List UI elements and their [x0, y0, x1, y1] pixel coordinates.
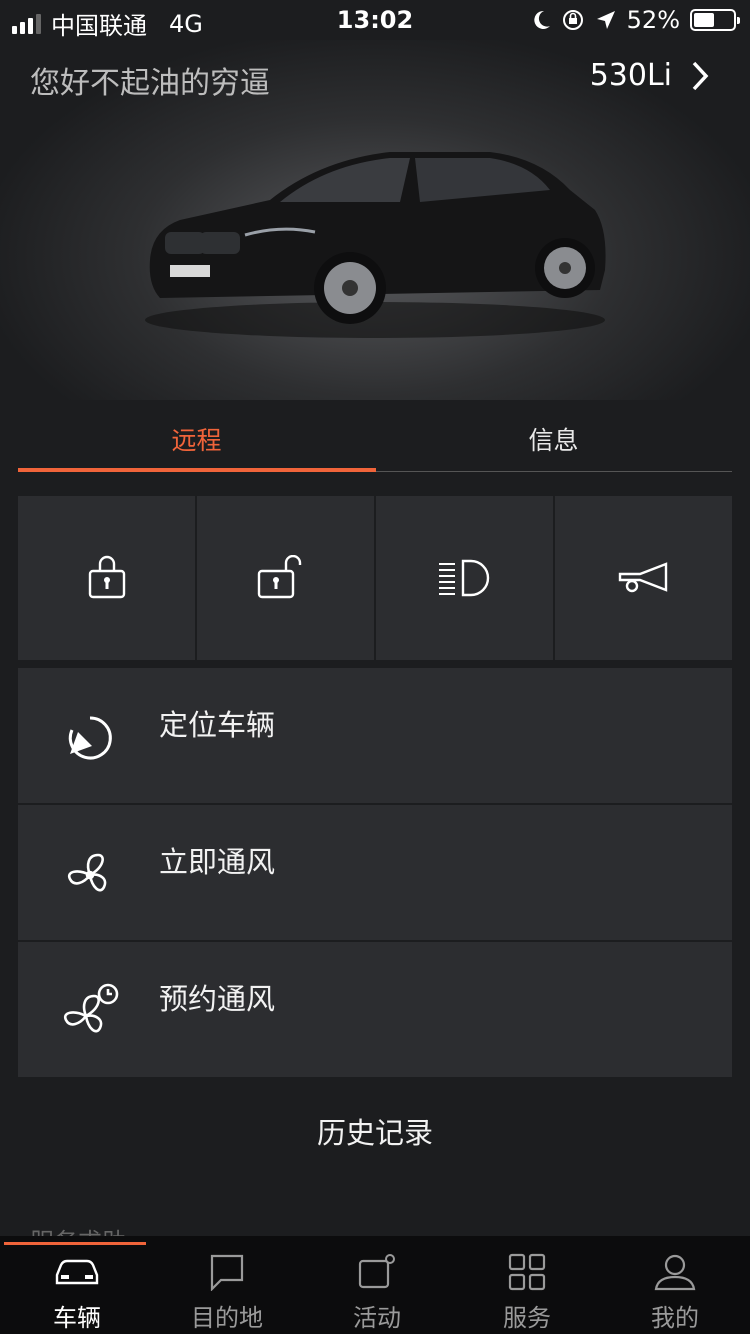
status-bar: 中国联通 4G 13:02 52%	[0, 0, 750, 40]
moon-icon	[533, 10, 550, 29]
nav-active-indicator	[4, 1242, 146, 1245]
section-tabs: 远程 信息	[18, 415, 732, 472]
tab-info[interactable]: 信息	[375, 421, 732, 457]
status-right: 52%	[531, 6, 740, 34]
tab-remote[interactable]: 远程	[18, 421, 375, 457]
battery-percent: 52%	[626, 6, 680, 34]
horn-icon	[618, 562, 667, 593]
destination-icon	[210, 1254, 244, 1291]
nav-destination-label: 目的地	[191, 1304, 263, 1332]
vehicle-hero: 您好不起油的穷逼 530Li	[0, 40, 750, 400]
nav-services[interactable]: 服务	[452, 1250, 602, 1333]
greeting-text: 您好不起油的穷逼	[30, 66, 270, 101]
grid-icon	[508, 1253, 546, 1291]
vehicle-model-label: 530Li	[589, 58, 672, 93]
chevron-right-icon	[692, 61, 709, 90]
history-link[interactable]: 历史记录	[0, 1110, 750, 1152]
ventilate-now-label: 立即通风	[159, 845, 276, 879]
nav-services-label: 服务	[503, 1304, 551, 1332]
headlight-icon	[438, 559, 489, 597]
unlock-icon	[257, 555, 301, 599]
scheduled-ventilation-row[interactable]: 预约通风	[18, 942, 732, 1079]
vehicle-image	[145, 152, 606, 338]
unlock-button[interactable]	[197, 496, 374, 660]
car-icon	[55, 1259, 99, 1285]
locate-vehicle-row[interactable]: 定位车辆	[18, 668, 732, 805]
activity-icon	[358, 1254, 395, 1289]
scheduled-ventilation-label: 预约通风	[159, 982, 276, 1016]
rotation-lock-icon	[562, 10, 583, 30]
horn-button[interactable]	[555, 496, 732, 660]
vehicle-selector[interactable]: 530Li	[590, 58, 710, 93]
profile-icon	[654, 1254, 696, 1291]
nav-profile-label: 我的	[651, 1304, 699, 1332]
quick-actions	[18, 496, 732, 660]
nav-activity-label: 活动	[353, 1304, 401, 1332]
nav-activity[interactable]: 活动	[302, 1250, 452, 1333]
nav-vehicle[interactable]: 车辆	[2, 1250, 152, 1333]
bottom-nav: 车辆 目的地 活动 服务 我的	[0, 1236, 750, 1334]
nav-vehicle-label: 车辆	[53, 1304, 101, 1332]
battery-icon	[690, 9, 740, 31]
locate-vehicle-label: 定位车辆	[159, 708, 276, 742]
remote-actions-list: 定位车辆 立即通风 预约通风	[18, 668, 732, 1079]
locate-icon	[68, 716, 112, 760]
nav-profile[interactable]: 我的	[600, 1250, 750, 1333]
lock-icon	[88, 555, 125, 599]
flash-lights-button[interactable]	[376, 496, 553, 660]
fan-schedule-icon	[63, 983, 119, 1033]
lock-button[interactable]	[18, 496, 195, 660]
nav-destination[interactable]: 目的地	[152, 1250, 302, 1333]
ventilate-now-row[interactable]: 立即通风	[18, 805, 732, 942]
location-arrow-icon	[596, 11, 615, 29]
tab-active-indicator	[18, 468, 376, 472]
section-peek-text: 服务求助	[30, 1222, 126, 1236]
fan-icon	[67, 853, 107, 892]
